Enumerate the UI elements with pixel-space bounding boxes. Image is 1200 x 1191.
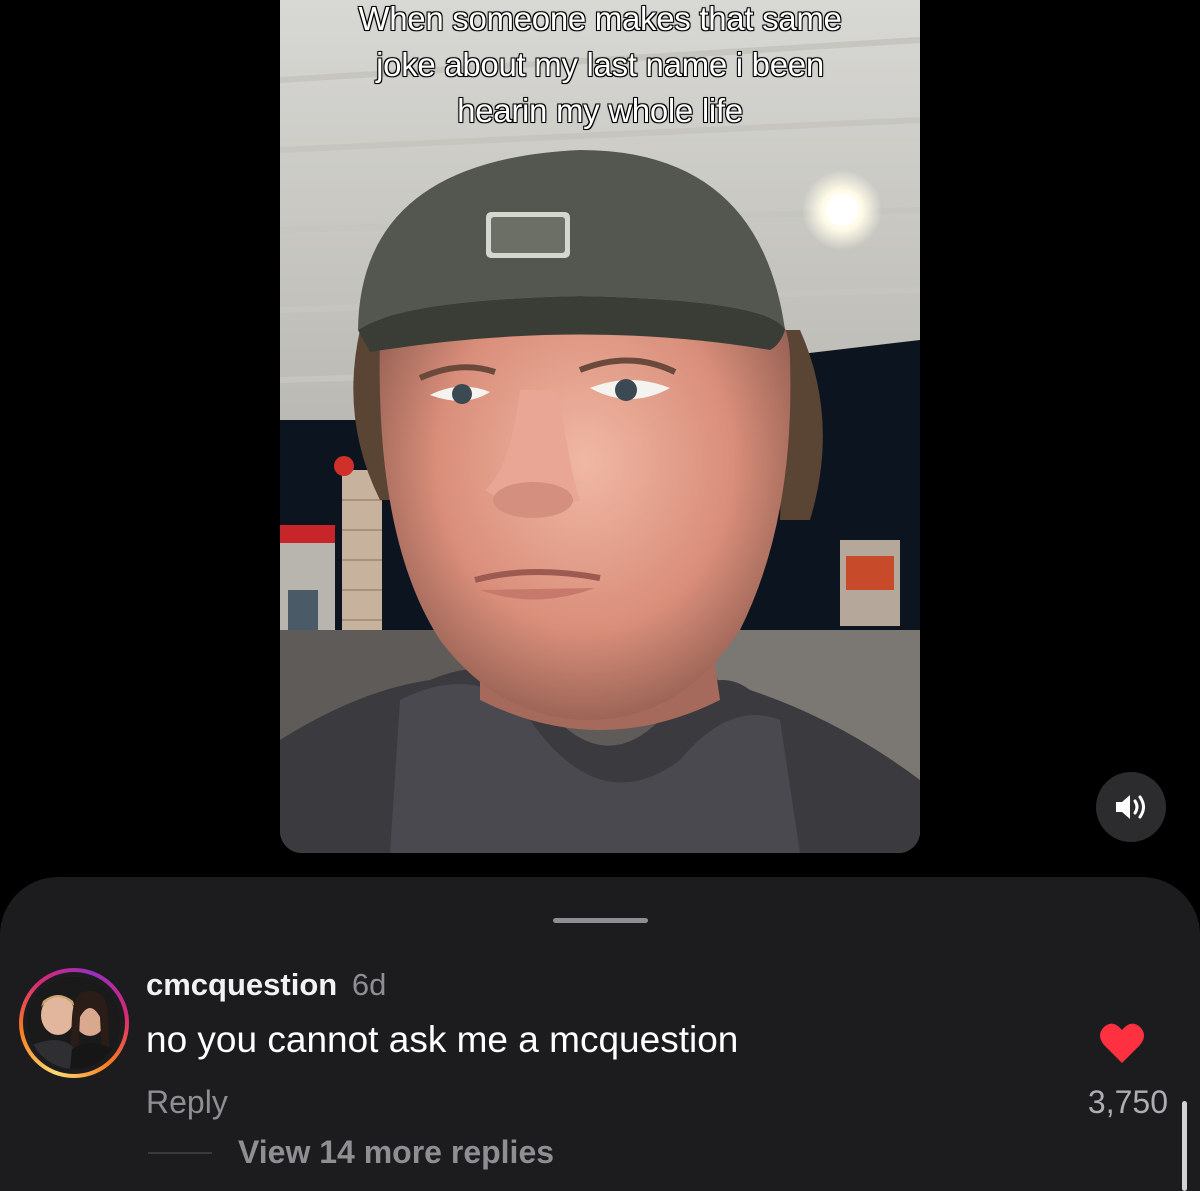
speaker-wave-icon (1116, 795, 1145, 819)
comment-username[interactable]: cmcquestion (146, 967, 337, 1002)
comments-sheet: cmcquestion 6d no you cannot ask me a mc… (0, 877, 1200, 1191)
avatar[interactable] (28, 977, 120, 1069)
like-count: 3,750 (1087, 1084, 1168, 1120)
reply-button[interactable]: Reply (146, 1084, 228, 1121)
avatar-photo (28, 977, 120, 1069)
sheet-grabber[interactable] (553, 918, 648, 923)
comment-timestamp: 6d (351, 967, 387, 1002)
volume-button[interactable] (1096, 772, 1166, 842)
scrollbar[interactable] (1182, 1101, 1187, 1191)
replies-divider (148, 1152, 212, 1154)
comment-text: no you cannot ask me a mcquestion (146, 1019, 739, 1060)
screen: When someone makes that same joke about … (0, 0, 1200, 1191)
video-caption: When someone makes that same joke about … (358, 0, 843, 130)
story-ring[interactable] (19, 968, 129, 1078)
video-player[interactable]: When someone makes that same joke about … (280, 0, 920, 853)
view-replies-button[interactable]: View 14 more replies (238, 1134, 554, 1171)
comment-header: cmcquestion 6d (146, 967, 386, 1003)
heart-icon[interactable] (1098, 1021, 1146, 1065)
